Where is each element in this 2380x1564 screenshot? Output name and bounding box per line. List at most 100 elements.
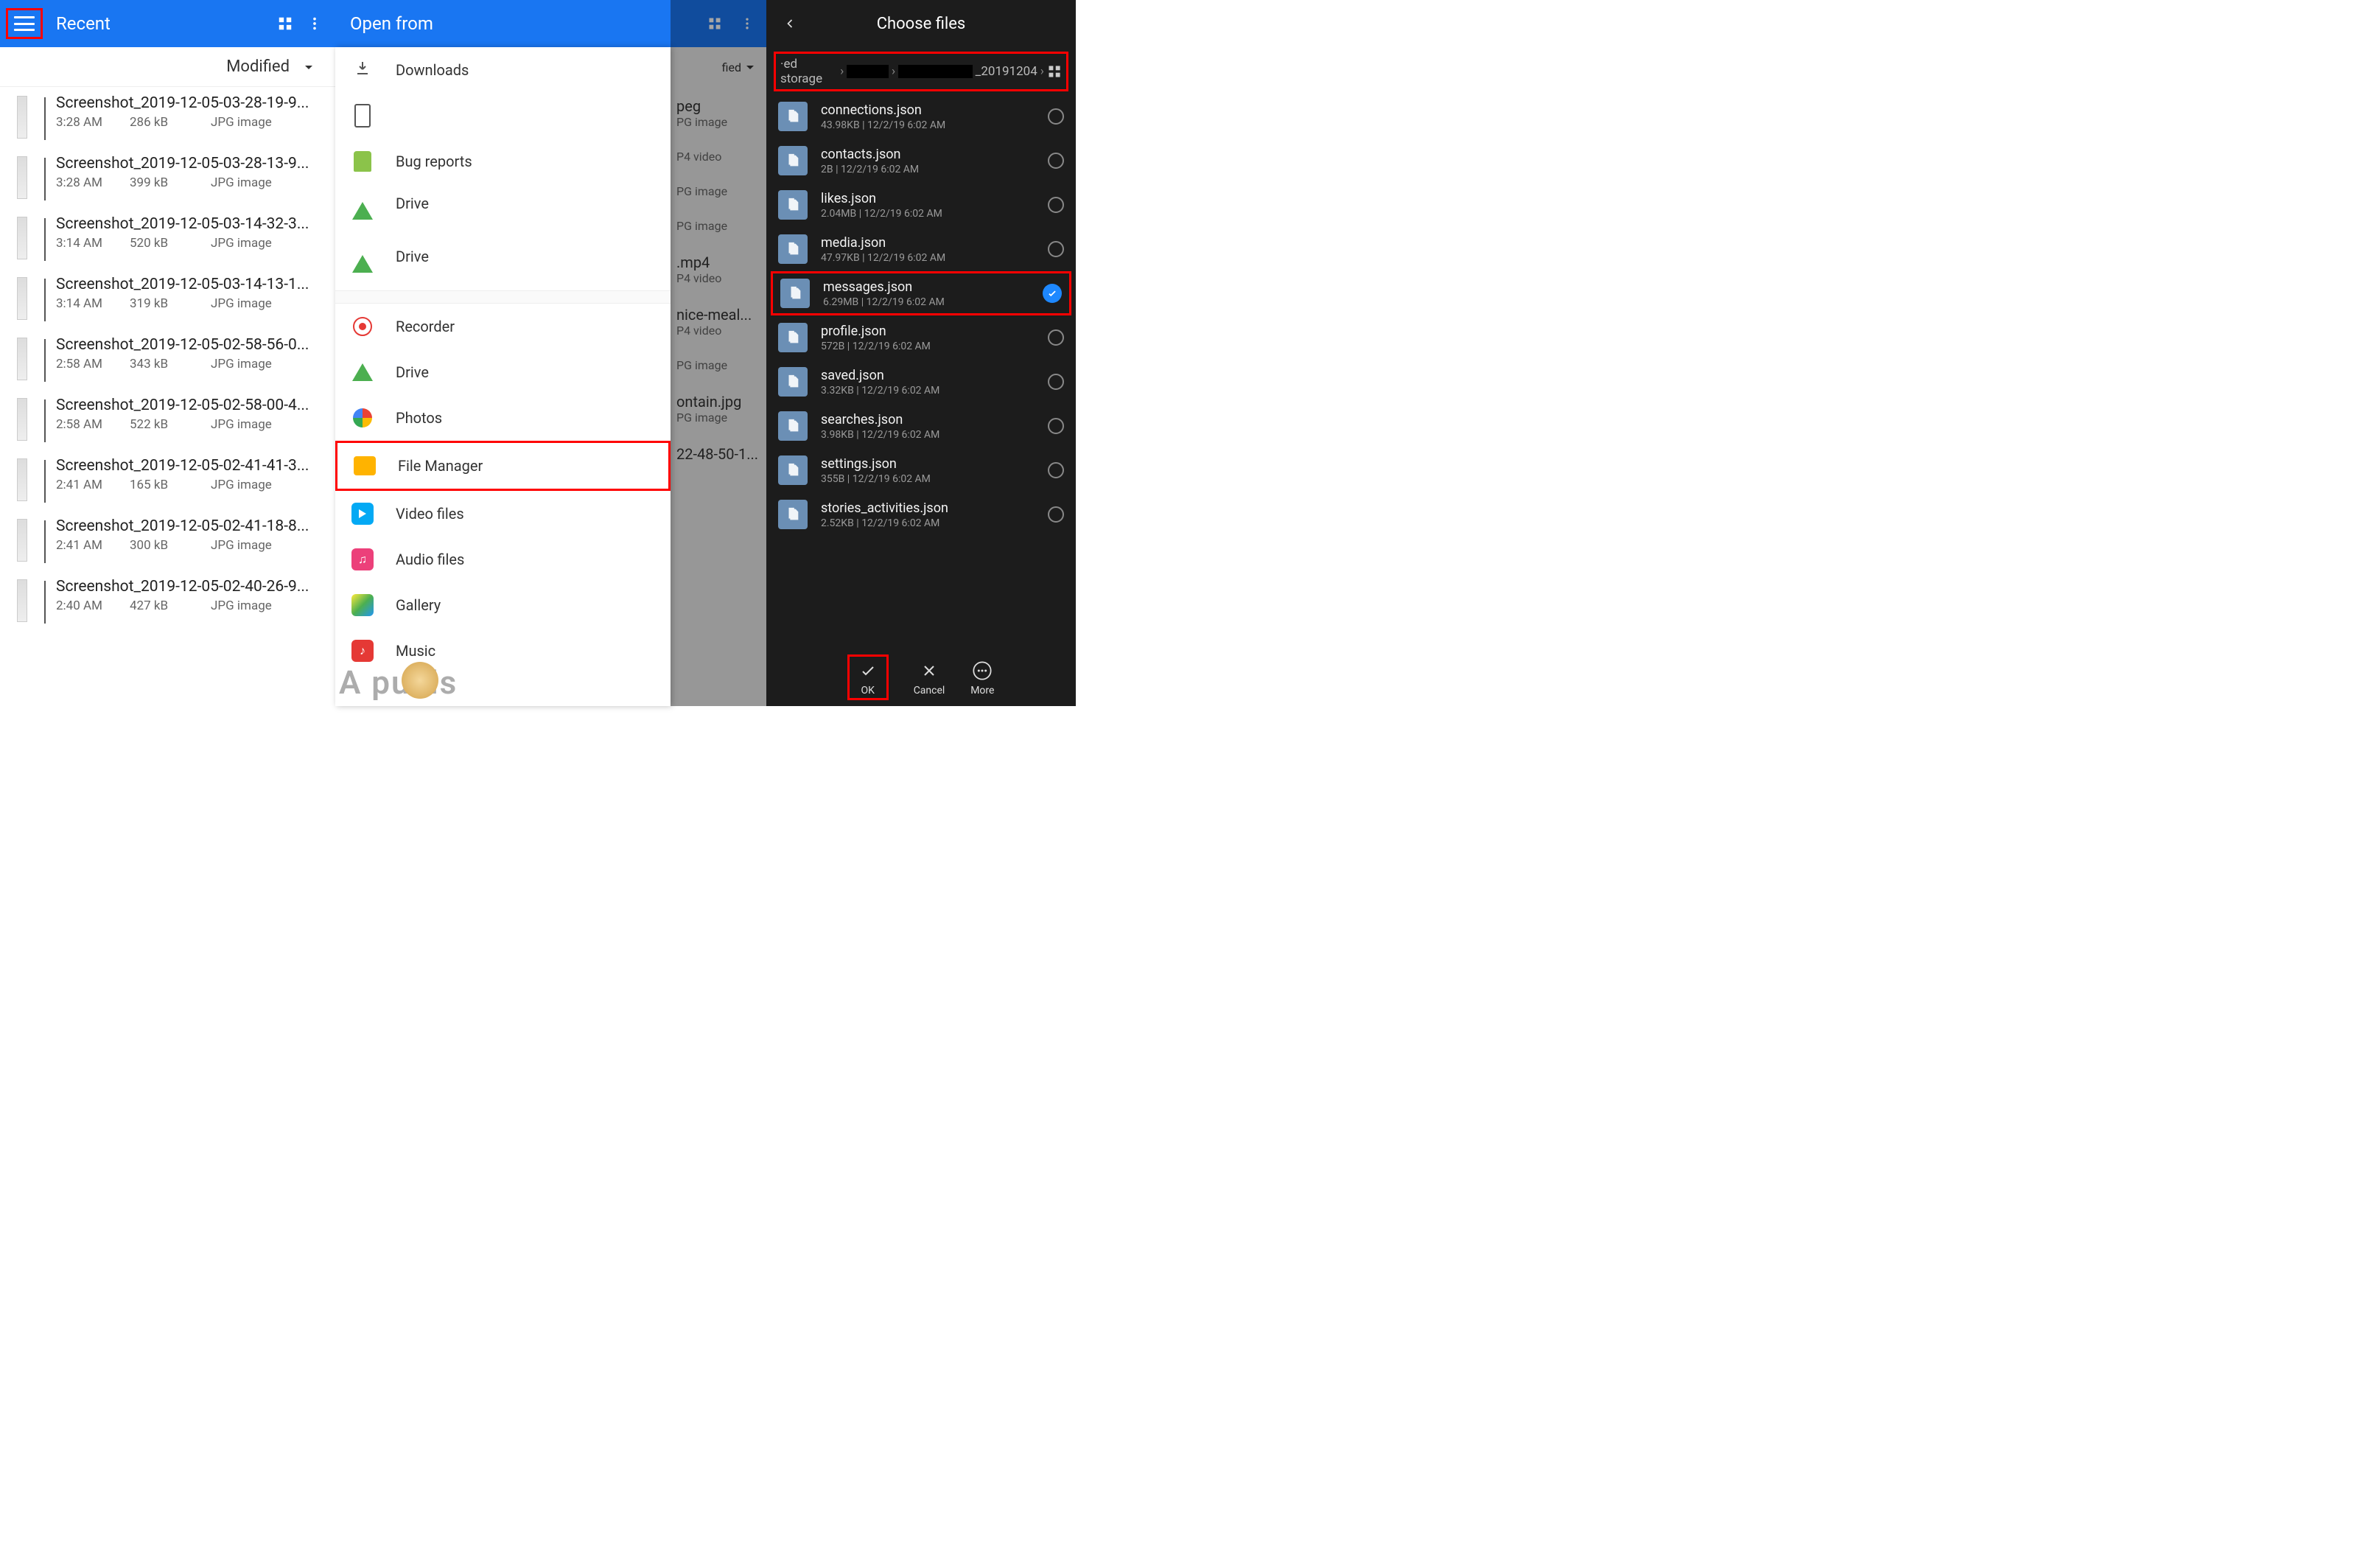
hamburger-icon[interactable]: [14, 16, 35, 31]
file-time: 2:58 AM: [56, 417, 130, 432]
open-from-item-photos[interactable]: Photos: [335, 395, 671, 441]
file-size: 43.98KB: [821, 119, 860, 131]
file-item[interactable]: searches.json 3.98KB | 12/2/19 6:02 AM: [766, 404, 1076, 448]
cancel-button[interactable]: Cancel: [914, 658, 945, 697]
file-name: Screenshot_2019-12-05-03-14-32-3...: [56, 215, 328, 233]
list-item[interactable]: Screenshot_2019-12-05-02-58-56-0... 2:58…: [0, 329, 335, 389]
file-item[interactable]: saved.json 3.32KB | 12/2/19 6:02 AM: [766, 360, 1076, 404]
open-from-item-phone[interactable]: [335, 93, 671, 139]
file-name: Screenshot_2019-12-05-03-14-13-1...: [56, 276, 328, 293]
item-label: Drive: [396, 248, 499, 265]
breadcrumb[interactable]: ·ed storage › › _20191204 ›: [774, 52, 1068, 91]
choose-header: Choose files: [766, 0, 1076, 47]
file-size: 520 kB: [130, 236, 211, 251]
mus-icon: ♪: [350, 638, 375, 663]
fm-icon: [352, 453, 377, 478]
file-type: JPG image: [211, 175, 272, 190]
file-time: 3:14 AM: [56, 296, 130, 311]
open-from-item-mus[interactable]: ♪ Music: [335, 628, 671, 674]
file-item[interactable]: connections.json 43.98KB | 12/2/19 6:02 …: [766, 94, 1076, 139]
list-item[interactable]: Screenshot_2019-12-05-03-14-32-3... 3:14…: [0, 208, 335, 268]
list-item[interactable]: Screenshot_2019-12-05-02-40-26-9... 2:40…: [0, 570, 335, 631]
file-item[interactable]: profile.json 572B | 12/2/19 6:02 AM: [766, 315, 1076, 360]
open-from-item-gal[interactable]: Gallery: [335, 582, 671, 628]
open-from-item-vid[interactable]: Video files: [335, 491, 671, 537]
item-label: File Manager: [398, 457, 483, 475]
view-grid-icon[interactable]: [270, 9, 300, 38]
footer-toolbar: OK Cancel More: [766, 649, 1076, 706]
file-name: connections.json: [821, 102, 1048, 118]
hamburger-highlight: [6, 8, 43, 39]
file-name: Screenshot_2019-12-05-02-41-41-3...: [56, 457, 328, 475]
file-item[interactable]: messages.json 6.29MB | 12/2/19 6:02 AM: [771, 271, 1071, 315]
check-icon: [855, 658, 881, 683]
radio-icon: [1048, 374, 1064, 390]
thumbnail: [3, 336, 41, 382]
file-item[interactable]: contacts.json 2B | 12/2/19 6:02 AM: [766, 139, 1076, 183]
ok-button[interactable]: OK: [847, 654, 889, 700]
list-item[interactable]: Screenshot_2019-12-05-02-41-18-8... 2:41…: [0, 510, 335, 570]
list-item[interactable]: Screenshot_2019-12-05-02-41-41-3... 2:41…: [0, 450, 335, 510]
file-date: 12/2/19 6:02 AM: [841, 164, 919, 175]
list-item[interactable]: Screenshot_2019-12-05-03-14-13-1... 3:14…: [0, 268, 335, 329]
file-size: 2B: [821, 164, 833, 175]
checked-icon: [1043, 284, 1062, 303]
open-from-item-drive[interactable]: Drive: [335, 349, 671, 395]
item-label: Video files: [396, 505, 464, 523]
file-size: 319 kB: [130, 296, 211, 311]
photos-icon: [350, 405, 375, 430]
thumbnail: [3, 215, 41, 261]
file-item[interactable]: stories_activities.json 2.52KB | 12/2/19…: [766, 492, 1076, 537]
open-from-item-rec[interactable]: Recorder: [335, 304, 671, 349]
grid-view-icon[interactable]: [1047, 63, 1062, 80]
open-from-item-download[interactable]: Downloads: [335, 47, 671, 93]
recent-panel: Recent Modified Screenshot_2019-12-05-03…: [0, 0, 335, 706]
file-size: 399 kB: [130, 175, 211, 190]
open-from-list: Downloads Bug reports Drive Drive Record…: [335, 47, 671, 706]
recent-list: Screenshot_2019-12-05-03-28-19-9... 3:28…: [0, 87, 335, 706]
file-item[interactable]: settings.json 355B | 12/2/19 6:02 AM: [766, 448, 1076, 492]
back-icon[interactable]: [775, 9, 805, 38]
document-icon: [778, 500, 808, 529]
file-type: JPG image: [211, 598, 272, 613]
more-vert-icon[interactable]: [300, 9, 329, 38]
item-label: Gallery: [396, 596, 441, 614]
sort-row[interactable]: Modified: [0, 47, 335, 87]
radio-icon: [1048, 241, 1064, 257]
rec-icon: [350, 314, 375, 339]
file-date: 12/2/19 6:02 AM: [861, 429, 939, 441]
gal-icon: [350, 593, 375, 618]
thumbnail: [3, 276, 41, 321]
file-name: profile.json: [821, 324, 1048, 339]
open-from-title: Open from: [350, 13, 433, 34]
list-item[interactable]: Screenshot_2019-12-05-03-28-19-9... 3:28…: [0, 87, 335, 147]
item-label: [396, 107, 499, 125]
open-from-item-fm[interactable]: File Manager: [335, 441, 671, 491]
open-from-item-drive[interactable]: Drive: [335, 184, 671, 237]
file-name: searches.json: [821, 412, 1048, 427]
recent-header: Recent: [0, 0, 335, 47]
choose-files-panel: Choose files ·ed storage › › _20191204 ›…: [766, 0, 1076, 706]
drive-icon: [350, 251, 375, 276]
file-size: 522 kB: [130, 417, 211, 432]
file-size: 300 kB: [130, 538, 211, 553]
document-icon: [778, 411, 808, 441]
file-name: Screenshot_2019-12-05-03-28-19-9...: [56, 94, 328, 112]
more-button[interactable]: More: [970, 658, 995, 697]
breadcrumb-redacted: [898, 65, 973, 78]
file-date: 12/2/19 6:02 AM: [861, 517, 939, 529]
file-name: settings.json: [821, 456, 1048, 472]
thumbnail: [3, 457, 41, 503]
chevron-down-icon: [300, 58, 318, 76]
list-item[interactable]: Screenshot_2019-12-05-03-28-13-9... 3:28…: [0, 147, 335, 208]
open-from-item-bug[interactable]: Bug reports: [335, 139, 671, 184]
file-date: 12/2/19 6:02 AM: [867, 119, 945, 131]
item-label: Bug reports: [396, 153, 472, 170]
file-item[interactable]: likes.json 2.04MB | 12/2/19 6:02 AM: [766, 183, 1076, 227]
open-from-item-aud[interactable]: ♫ Audio files: [335, 537, 671, 582]
open-from-item-drive[interactable]: Drive: [335, 237, 671, 290]
thumbnail: [3, 578, 41, 624]
file-item[interactable]: media.json 47.97KB | 12/2/19 6:02 AM: [766, 227, 1076, 271]
list-item[interactable]: Screenshot_2019-12-05-02-58-00-4... 2:58…: [0, 389, 335, 450]
file-name: media.json: [821, 235, 1048, 251]
